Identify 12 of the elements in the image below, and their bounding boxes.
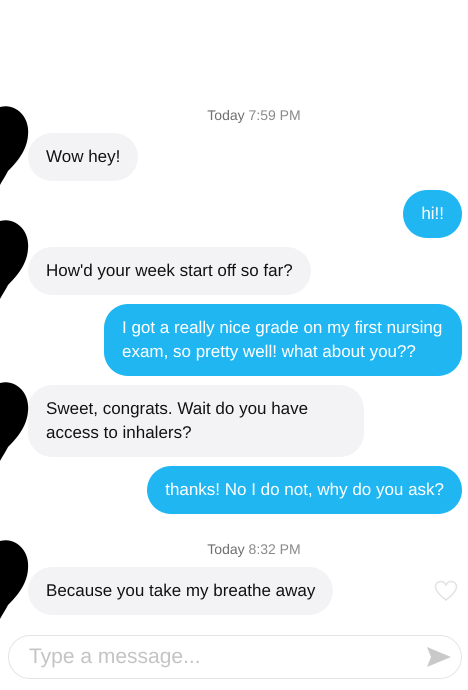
send-icon[interactable] (426, 646, 452, 668)
timestamp: Today 7:59 PM (207, 106, 301, 124)
heart-icon[interactable] (434, 580, 458, 602)
sent-message: thanks! No I do not, why do you ask? (147, 466, 462, 514)
sent-message: hi!! (403, 190, 462, 238)
timestamp: Today 8:32 PM (207, 540, 301, 558)
received-message: Wow hey! (28, 133, 138, 181)
message-field[interactable]: Type a message... (8, 635, 462, 679)
received-message: Because you take my breathe away (28, 567, 334, 615)
received-message: How'd your week start off so far? (28, 247, 311, 295)
received-message: Sweet, congrats. Wait do you have access to inhalers? (28, 385, 364, 457)
sent-message: I got a really nice grade on my first nursing exam, so pretty well! what about you?? (104, 304, 462, 376)
